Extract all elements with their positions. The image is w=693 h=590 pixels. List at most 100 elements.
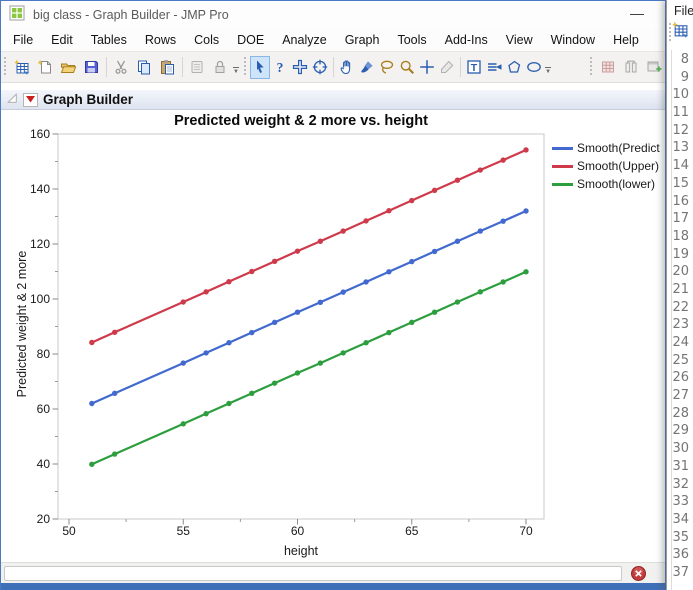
- data-point[interactable]: [317, 299, 324, 305]
- data-point[interactable]: [340, 228, 346, 234]
- row-number[interactable]: 30: [672, 441, 693, 459]
- menu-item-help[interactable]: Help: [604, 30, 648, 50]
- row-number[interactable]: 32: [672, 477, 693, 495]
- row-number[interactable]: 20: [672, 264, 693, 282]
- data-point[interactable]: [454, 177, 461, 183]
- data-point[interactable]: [454, 299, 461, 305]
- x-axis-title[interactable]: height: [58, 544, 544, 558]
- menu-item-add-ins[interactable]: Add-Ins: [436, 30, 497, 50]
- data-point[interactable]: [363, 340, 369, 346]
- data-point[interactable]: [294, 248, 301, 254]
- data-point[interactable]: [203, 350, 209, 356]
- menu-item-graph[interactable]: Graph: [336, 30, 389, 50]
- data-point[interactable]: [409, 319, 415, 326]
- row-number[interactable]: 37: [672, 565, 693, 583]
- data-point[interactable]: [454, 238, 461, 244]
- data-point[interactable]: [431, 187, 438, 194]
- row-number[interactable]: 9: [672, 70, 693, 88]
- series-line-2[interactable]: [91, 270, 527, 466]
- row-number[interactable]: 18: [672, 229, 693, 247]
- data-point[interactable]: [500, 157, 506, 163]
- data-point[interactable]: [226, 400, 232, 407]
- plot-area[interactable]: [57, 133, 545, 520]
- data-point[interactable]: [477, 289, 483, 295]
- new-script-icon[interactable]: [34, 56, 57, 79]
- row-number[interactable]: 10: [672, 87, 693, 105]
- row-number[interactable]: 26: [672, 370, 693, 388]
- menu-item-window[interactable]: Window: [542, 30, 604, 50]
- menu-item-edit[interactable]: Edit: [42, 30, 82, 50]
- menu-item-tools[interactable]: Tools: [388, 30, 435, 50]
- data-point[interactable]: [271, 319, 278, 326]
- target-tool-icon[interactable]: [310, 56, 330, 79]
- paste-icon[interactable]: [156, 56, 179, 79]
- row-number[interactable]: 28: [672, 406, 693, 424]
- row-number[interactable]: 35: [672, 530, 693, 548]
- row-number[interactable]: 12: [672, 123, 693, 141]
- hand-tool-icon[interactable]: [337, 56, 357, 79]
- data-point[interactable]: [294, 309, 301, 315]
- data-point[interactable]: [294, 370, 301, 376]
- data-point[interactable]: [203, 410, 209, 417]
- row-number[interactable]: 27: [672, 388, 693, 406]
- menu-item-analyze[interactable]: Analyze: [273, 30, 335, 50]
- menu-item-doe[interactable]: DOE: [228, 30, 273, 50]
- menu-item-view[interactable]: View: [497, 30, 542, 50]
- menu-item-cols[interactable]: Cols: [185, 30, 228, 50]
- data-point[interactable]: [409, 197, 415, 204]
- row-number[interactable]: 14: [672, 158, 693, 176]
- menu-item-rows[interactable]: Rows: [136, 30, 185, 50]
- data-point[interactable]: [249, 268, 255, 275]
- row-number[interactable]: 19: [672, 247, 693, 265]
- data-point[interactable]: [431, 248, 438, 255]
- data-point[interactable]: [386, 329, 392, 336]
- row-number[interactable]: 13: [672, 140, 693, 158]
- toolbar-overflow-button[interactable]: ▼: [232, 56, 240, 79]
- series-line-1[interactable]: [91, 148, 527, 344]
- toolbar-overflow-button[interactable]: ▼: [544, 56, 552, 79]
- row-number[interactable]: 31: [672, 459, 693, 477]
- data-point[interactable]: [409, 258, 415, 265]
- new-data-table-icon[interactable]: [11, 56, 34, 79]
- copy-icon[interactable]: [133, 56, 156, 79]
- data-point[interactable]: [477, 228, 483, 234]
- data-point[interactable]: [226, 278, 232, 285]
- row-number[interactable]: 36: [672, 547, 693, 565]
- data-point[interactable]: [112, 451, 118, 457]
- open-icon[interactable]: [57, 56, 80, 79]
- move-tool-icon[interactable]: [290, 56, 310, 79]
- data-point[interactable]: [340, 289, 346, 295]
- arrow-tool-icon[interactable]: [249, 55, 270, 79]
- row-number[interactable]: 8: [672, 52, 693, 70]
- data-point[interactable]: [249, 390, 255, 397]
- row-number[interactable]: 23: [672, 317, 693, 335]
- data-point[interactable]: [363, 279, 369, 285]
- menu-item-file[interactable]: File: [4, 30, 42, 50]
- side-menu-file[interactable]: File: [667, 0, 693, 19]
- new-data-table-icon[interactable]: [672, 21, 689, 43]
- legend-item[interactable]: Smooth(Upper): [552, 157, 660, 175]
- data-point[interactable]: [180, 299, 186, 305]
- row-number[interactable]: 25: [672, 353, 693, 371]
- menu-item-tables[interactable]: Tables: [82, 30, 136, 50]
- red-triangle-menu-button[interactable]: [23, 92, 38, 107]
- data-point[interactable]: [180, 360, 186, 366]
- row-number[interactable]: 11: [672, 105, 693, 123]
- crosshair-tool-icon[interactable]: [417, 56, 437, 79]
- data-point[interactable]: [363, 218, 369, 224]
- data-point[interactable]: [500, 218, 506, 224]
- data-point[interactable]: [317, 238, 324, 244]
- row-number[interactable]: 33: [672, 494, 693, 512]
- data-point[interactable]: [249, 329, 255, 336]
- polygon-tool-icon[interactable]: [504, 56, 524, 79]
- legend-item[interactable]: Smooth(Predict: [552, 139, 660, 157]
- minimize-button[interactable]: —: [623, 3, 651, 25]
- data-point[interactable]: [180, 421, 186, 427]
- save-icon[interactable]: [80, 56, 103, 79]
- data-point[interactable]: [477, 167, 483, 173]
- brush-tool-icon[interactable]: [357, 56, 377, 79]
- data-point[interactable]: [89, 400, 95, 407]
- oval-tool-icon[interactable]: [524, 56, 544, 79]
- text-annotate-tool-icon[interactable]: T: [464, 56, 484, 79]
- data-point[interactable]: [203, 289, 209, 295]
